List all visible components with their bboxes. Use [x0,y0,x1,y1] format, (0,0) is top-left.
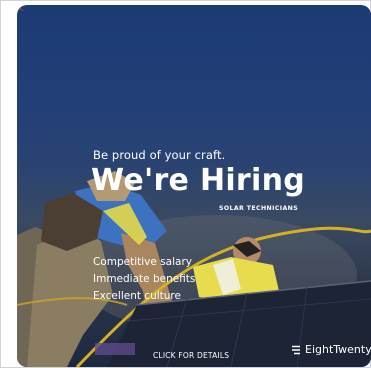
hiring-ad-banner[interactable]: Be proud of your craft. We're Hiring SOL… [17,5,371,367]
job-title: SOLAR TECHNICIANS [219,205,299,212]
benefit-item: Immediate benefits [93,273,196,285]
headline: We're Hiring [91,163,306,198]
click-for-details-link[interactable]: CLICK FOR DETAILS [153,351,229,360]
benefit-item: Competitive salary [93,256,192,268]
brand-name: EightTwenty [305,343,371,356]
corner-marker-icon [17,5,24,12]
tagline: Be proud of your craft. [93,148,226,162]
eighttwenty-logo-icon [292,345,300,354]
ad-frame: Be proud of your craft. We're Hiring SOL… [0,0,371,368]
brand-logo: EightTwenty [291,343,371,356]
benefit-item: Excellent culture [93,290,181,302]
benefits-list: Competitive salary Immediate benefits Ex… [93,254,195,305]
